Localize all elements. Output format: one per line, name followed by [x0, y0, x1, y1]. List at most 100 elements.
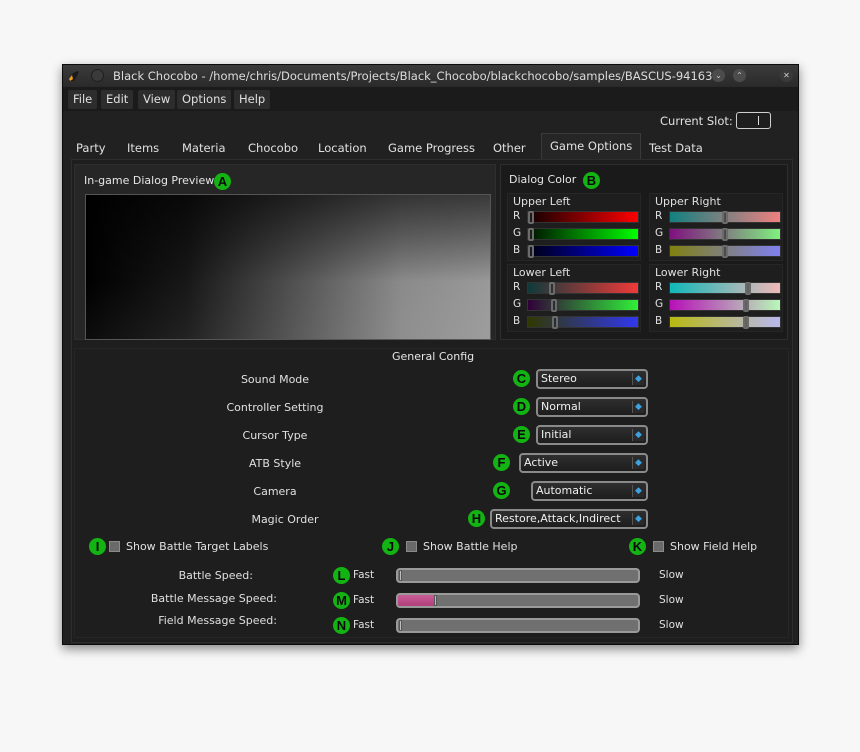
lower-left-b-slider[interactable] — [527, 316, 639, 329]
field-message-speed-slider[interactable] — [396, 618, 640, 633]
slider-handle[interactable] — [744, 282, 751, 295]
slider-handle[interactable] — [528, 211, 534, 224]
marker-g: G — [493, 482, 510, 499]
upper-left-g-row: G — [513, 227, 639, 241]
show-battle-target-labels-label[interactable]: Show Battle Target Labels — [126, 540, 268, 553]
tab-chocobo[interactable]: Chocobo — [240, 136, 306, 160]
marker-m: M — [333, 592, 350, 609]
dialog-preview-group: In-game Dialog Preview A — [74, 164, 496, 340]
lower-right-color: Lower Right R G B — [649, 264, 783, 332]
lower-left-g-row: G — [513, 298, 639, 312]
tab-other[interactable]: Other — [485, 136, 534, 160]
atb-style-combo[interactable]: Active ◆ — [519, 453, 648, 473]
maximize-button[interactable]: ⌃ — [733, 69, 746, 82]
controller-setting-label: Controller Setting — [226, 401, 324, 414]
current-slot-spinbox[interactable] — [736, 112, 771, 129]
channel-label-b: B — [655, 244, 663, 256]
combo-arrow-icon: ◆ — [632, 373, 644, 385]
controller-setting-combo[interactable]: Normal ◆ — [536, 397, 648, 417]
tab-test-data[interactable]: Test Data — [641, 136, 711, 160]
menu-options[interactable]: Options — [177, 90, 232, 109]
tab-game-options[interactable]: Game Options — [541, 133, 642, 160]
tab-game-progress[interactable]: Game Progress — [380, 136, 483, 160]
lower-right-r-row: R — [655, 281, 781, 295]
lower-right-r-slider[interactable] — [669, 282, 781, 295]
upper-right-r-slider[interactable] — [669, 211, 781, 224]
marker-i: I — [89, 538, 106, 555]
marker-j: J — [382, 538, 399, 555]
current-slot-label: Current Slot: — [660, 114, 733, 128]
slider-handle[interactable] — [548, 282, 555, 295]
magic-order-combo[interactable]: Restore,Attack,Indirect ◆ — [490, 509, 648, 529]
dialog-color-group: Dialog Color B Upper Left R G B Upper Ri… — [500, 164, 788, 340]
upper-left-b-slider[interactable] — [527, 245, 639, 258]
menu-view[interactable]: View — [138, 90, 176, 109]
tab-materia[interactable]: Materia — [174, 136, 234, 160]
menu-help[interactable]: Help — [234, 90, 271, 109]
lower-left-r-slider[interactable] — [527, 282, 639, 295]
battle-speed-slider[interactable] — [396, 568, 640, 583]
minimize-button[interactable]: ⌄ — [712, 69, 725, 82]
show-field-help-checkbox[interactable] — [653, 541, 664, 552]
show-battle-help-checkbox[interactable] — [406, 541, 417, 552]
menu-bar: File Edit View Options Help — [63, 87, 798, 111]
show-battle-target-labels-checkbox[interactable] — [109, 541, 120, 552]
close-button[interactable]: ✕ — [780, 69, 793, 82]
field-message-speed-slow-label: Slow — [659, 619, 684, 631]
slider-handle[interactable] — [742, 316, 749, 329]
title-bar: Black Chocobo - /home/chris/Documents/Pr… — [63, 65, 798, 87]
tab-items[interactable]: Items — [119, 136, 167, 160]
lower-right-g-slider[interactable] — [669, 299, 781, 312]
slider-handle[interactable] — [722, 228, 728, 241]
camera-combo[interactable]: Automatic ◆ — [531, 481, 648, 501]
slider-handle[interactable] — [722, 245, 728, 258]
dialog-preview-canvas — [85, 194, 491, 340]
lower-right-g-row: G — [655, 298, 781, 312]
channel-label-r: R — [655, 281, 663, 293]
lower-left-g-slider[interactable] — [527, 299, 639, 312]
show-battle-help-label[interactable]: Show Battle Help — [423, 540, 518, 553]
battle-message-speed-slider[interactable] — [396, 593, 640, 608]
slider-handle[interactable] — [528, 245, 534, 258]
channel-label-r: R — [513, 281, 521, 293]
lower-left-b-row: B — [513, 315, 639, 329]
upper-right-b-slider[interactable] — [669, 245, 781, 258]
marker-n: N — [333, 617, 350, 634]
slider-handle[interactable] — [550, 299, 557, 312]
upper-left-r-slider[interactable] — [527, 211, 639, 224]
combo-arrow-icon: ◆ — [632, 513, 644, 525]
battle-speed-slow-label: Slow — [659, 569, 684, 581]
slider-handle[interactable] — [399, 620, 402, 631]
lower-right-b-row: B — [655, 315, 781, 329]
slider-handle[interactable] — [528, 228, 534, 241]
battle-message-speed-slow-label: Slow — [659, 594, 684, 606]
game-options-panel: In-game Dialog Preview A Dialog Color B … — [71, 159, 793, 643]
lower-right-b-slider[interactable] — [669, 316, 781, 329]
general-config-title: General Config — [392, 350, 475, 363]
channel-label-r: R — [655, 210, 663, 222]
camera-value: Automatic — [536, 484, 593, 497]
slider-handle[interactable] — [742, 299, 749, 312]
combo-arrow-icon: ◆ — [632, 429, 644, 441]
upper-left-g-slider[interactable] — [527, 228, 639, 241]
show-field-help-label[interactable]: Show Field Help — [670, 540, 757, 553]
window-menu-button[interactable] — [91, 69, 104, 82]
tab-party[interactable]: Party — [68, 136, 114, 160]
upper-right-color: Upper Right R G B — [649, 193, 783, 261]
upper-right-r-row: R — [655, 210, 781, 224]
tab-location[interactable]: Location — [310, 136, 375, 160]
menu-edit[interactable]: Edit — [101, 90, 134, 109]
cursor-type-combo[interactable]: Initial ◆ — [536, 425, 648, 445]
slider-handle[interactable] — [722, 211, 728, 224]
chocobo-app-icon — [69, 71, 79, 81]
lower-left-color: Lower Left R G B — [507, 264, 641, 332]
lower-left-r-row: R — [513, 281, 639, 295]
menu-file[interactable]: File — [68, 90, 98, 109]
slider-handle[interactable] — [399, 570, 402, 581]
marker-l: L — [333, 567, 350, 584]
slider-handle[interactable] — [551, 316, 558, 329]
combo-arrow-icon: ◆ — [632, 485, 644, 497]
upper-right-g-slider[interactable] — [669, 228, 781, 241]
sound-mode-combo[interactable]: Stereo ◆ — [536, 369, 648, 389]
slider-handle[interactable] — [434, 595, 437, 606]
